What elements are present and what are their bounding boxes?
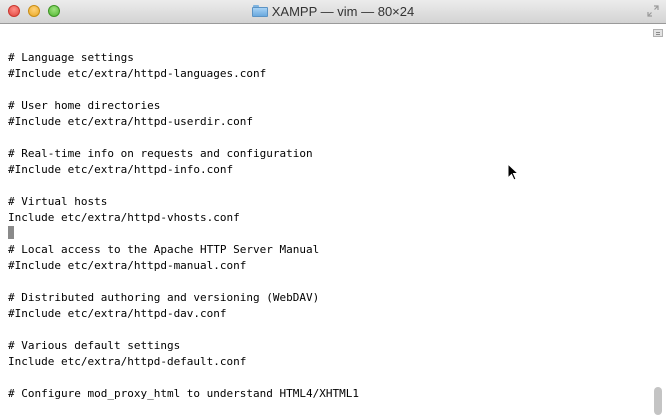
terminal-line: #Include etc/extra/httpd-info.conf bbox=[8, 163, 234, 176]
window-title: XAMPP — vim — 80×24 bbox=[271, 4, 415, 19]
terminal-line: # Distributed authoring and versioning (… bbox=[8, 291, 320, 304]
vertical-scrollbar[interactable] bbox=[650, 24, 666, 420]
terminal-line: # Virtual hosts bbox=[8, 195, 108, 208]
split-pane-handle[interactable] bbox=[653, 29, 663, 37]
folder-icon bbox=[251, 5, 268, 17]
terminal-window: XAMPP — vim — 80×24 # Language settings #… bbox=[0, 0, 666, 420]
terminal-line: Include etc/extra/httpd-vhosts.conf bbox=[8, 211, 240, 224]
terminal-line: # Various default settings bbox=[8, 339, 181, 352]
terminal-line: # Real-time info on requests and configu… bbox=[8, 147, 313, 160]
terminal-line bbox=[8, 226, 648, 242]
terminal-line: # Language settings bbox=[8, 51, 134, 64]
terminal-line: #Include etc/extra/httpd-languages.conf bbox=[8, 67, 267, 80]
terminal-line: # Configure mod_proxy_html to understand… bbox=[8, 387, 359, 400]
terminal-line: #Include etc/extra/httpd-userdir.conf bbox=[8, 115, 254, 128]
terminal-content[interactable]: # Language settings #Include etc/extra/ht… bbox=[0, 24, 648, 420]
text-cursor bbox=[8, 226, 14, 239]
scroll-thumb[interactable] bbox=[654, 387, 662, 415]
fullscreen-icon[interactable] bbox=[646, 4, 660, 18]
terminal-line: Include etc/extra/httpd-default.conf bbox=[8, 355, 247, 368]
terminal-line: #Include etc/extra/httpd-manual.conf bbox=[8, 259, 247, 272]
terminal-line: # Local access to the Apache HTTP Server… bbox=[8, 243, 320, 256]
mouse-pointer-icon bbox=[507, 163, 520, 181]
terminal-line: # User home directories bbox=[8, 99, 161, 112]
window-title-group: XAMPP — vim — 80×24 bbox=[0, 0, 666, 24]
terminal-line: #Include etc/extra/httpd-dav.conf bbox=[8, 307, 227, 320]
title-bar[interactable]: XAMPP — vim — 80×24 bbox=[0, 0, 666, 24]
